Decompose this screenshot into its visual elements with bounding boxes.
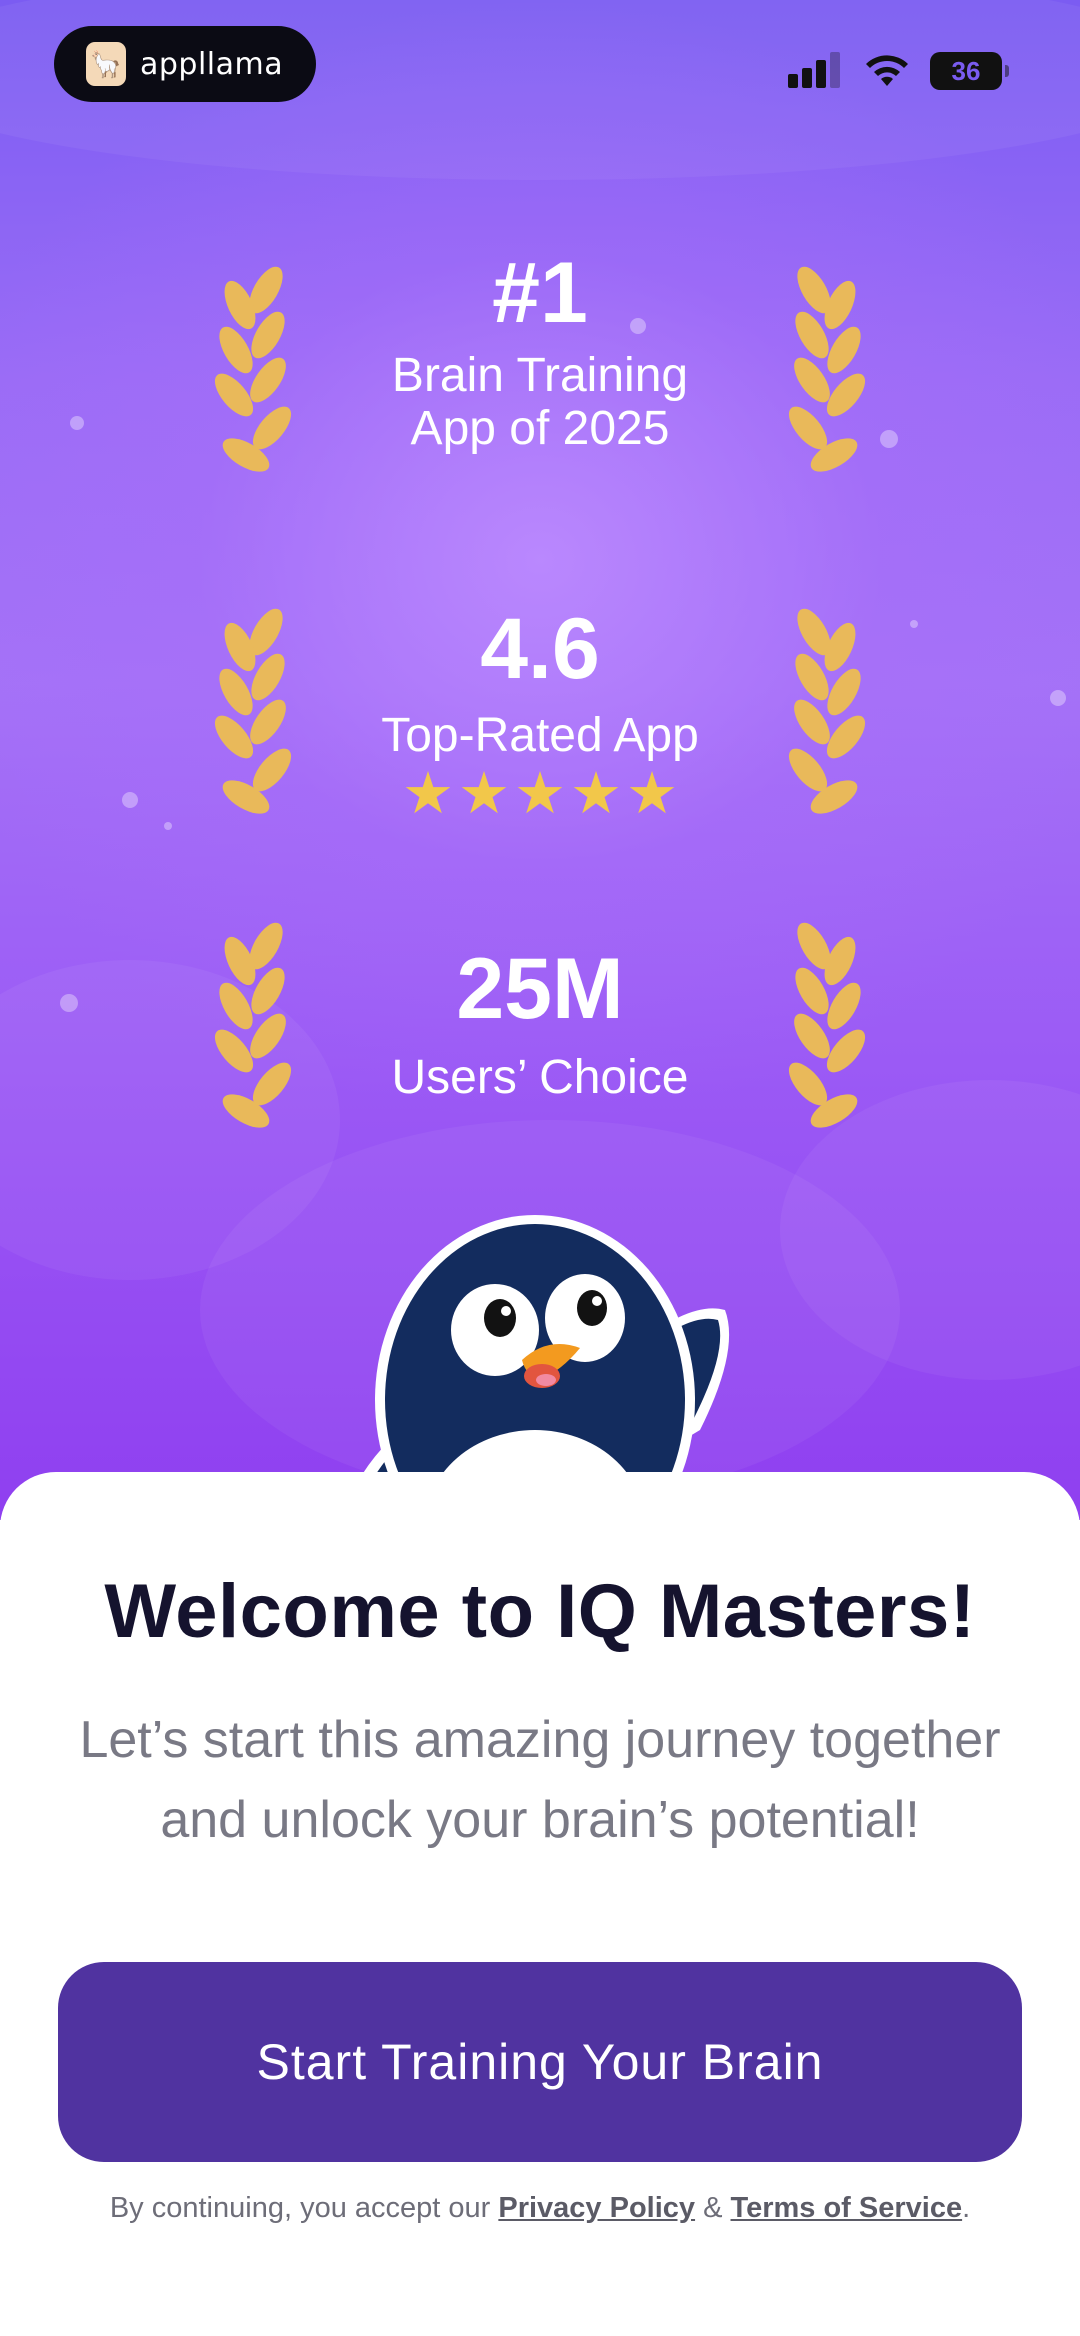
award-rank-text: #1 Brain Training App of 2025 [300,250,780,456]
terms-of-service-link[interactable]: Terms of Service [731,2192,963,2224]
privacy-policy-link[interactable]: Privacy Policy [498,2192,695,2224]
battery-level: 36 [951,55,981,86]
award-rating-headline: 4.6 [480,601,600,697]
laurel-left-icon [214,922,292,1128]
rating-stars: ★ ★ ★ ★ ★ [300,760,780,826]
battery-icon: 36 [930,52,1009,90]
hero-background: 🦙 appllama 36 #1 Brain Training App of 2… [0,0,1080,1520]
brand-name: appllama [140,46,284,82]
legal-suffix: . [962,2192,971,2224]
award-rating-text: 4.6 Top-Rated App ★ ★ ★ ★ ★ [300,606,780,823]
star-icon: ★ [570,760,622,826]
star-icon: ★ [514,760,566,826]
cellular-signal-icon [788,52,844,88]
award-rank-headline: #1 [492,245,588,341]
tagline-line1: Let’s start this amazing journey togethe… [79,1711,1001,1769]
llama-logo-icon: 🦙 [86,42,126,86]
award-users-headline: 25M [456,941,624,1037]
star-icon: ★ [402,760,454,826]
laurel-right-icon [788,266,866,472]
award-rank-subtitle-line1: Brain Training [391,349,689,402]
legal-separator: & [695,2192,731,2224]
legal-notice: By continuing, you accept our Privacy Po… [0,2192,1080,2225]
award-rank-subtitle-line2: App of 2025 [410,401,670,455]
award-users-text: 25M Users’ Choice [300,946,780,1105]
star-icon: ★ [458,760,510,826]
start-training-button[interactable]: Start Training Your Brain [58,1962,1022,2162]
laurel-right-icon [788,608,866,814]
wifi-icon [866,55,908,86]
laurel-left-icon [214,266,292,472]
tagline-line2: and unlock your brain’s potential! [160,1791,920,1849]
brand-badge: 🦙 appllama [54,26,316,102]
laurel-right-icon [788,922,866,1128]
award-users-subtitle: Users’ Choice [391,1051,689,1104]
star-icon: ★ [626,760,678,826]
laurel-left-icon [214,608,292,814]
welcome-tagline: Let’s start this amazing journey togethe… [40,1700,1040,1860]
award-rating-subtitle: Top-Rated App [381,709,699,762]
legal-prefix: By continuing, you accept our [109,2192,499,2224]
welcome-title: Welcome to IQ Masters! [104,1569,976,1654]
start-training-label: Start Training Your Brain [256,2034,824,2090]
